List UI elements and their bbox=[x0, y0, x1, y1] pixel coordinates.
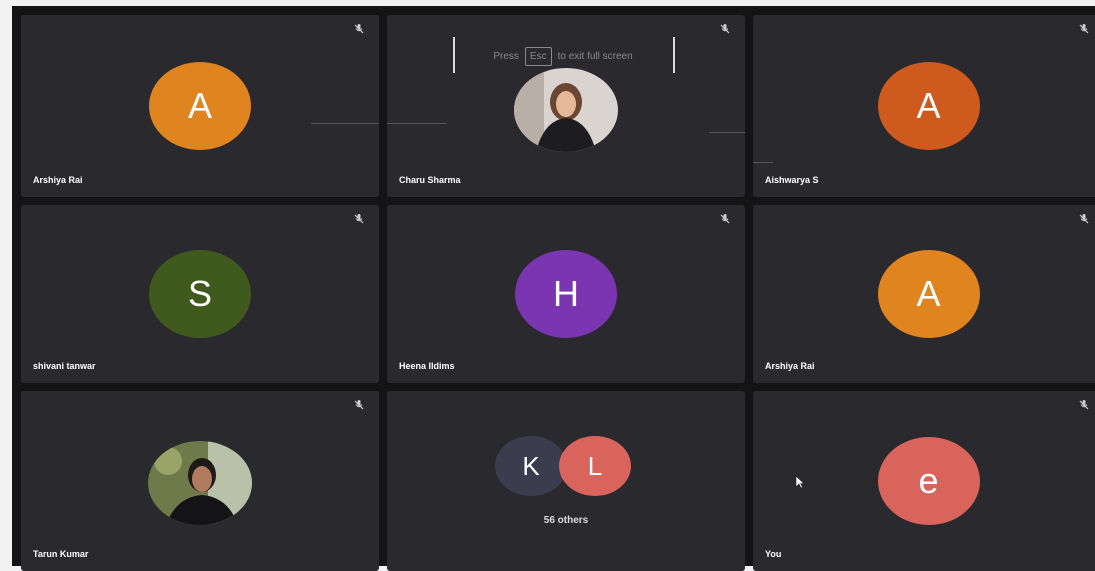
avatar-photo bbox=[148, 441, 252, 525]
esc-key: Esc bbox=[524, 46, 552, 66]
mic-off-icon bbox=[354, 24, 364, 34]
participant-name: Arshiya Rai bbox=[33, 175, 83, 185]
avatar: H bbox=[515, 250, 617, 338]
meeting-screen: A Arshiya Rai Charu Sharma A Aishwarya S… bbox=[12, 6, 1095, 571]
avatar-photo bbox=[514, 68, 618, 152]
profile-photo-icon bbox=[148, 441, 252, 525]
mic-off-icon bbox=[1079, 400, 1089, 410]
participant-tile[interactable]: A Arshiya Rai bbox=[21, 15, 379, 197]
participant-tile[interactable]: Tarun Kumar bbox=[21, 391, 379, 571]
mic-off-icon bbox=[354, 214, 364, 224]
participant-tile[interactable]: S shivani tanwar bbox=[21, 205, 379, 383]
participant-name: Arshiya Rai bbox=[765, 361, 815, 371]
participant-name: Aishwarya S bbox=[765, 175, 819, 185]
others-avatars: K L bbox=[387, 436, 745, 546]
avatar: L bbox=[559, 436, 631, 496]
mic-off-icon bbox=[720, 214, 730, 224]
others-count: 56 others bbox=[543, 515, 589, 526]
profile-photo-icon bbox=[514, 68, 618, 152]
avatar: A bbox=[877, 250, 980, 338]
avatar: K bbox=[495, 436, 567, 496]
divider bbox=[673, 37, 675, 73]
avatar: S bbox=[149, 250, 251, 338]
participant-name: You bbox=[765, 549, 782, 559]
avatar: A bbox=[877, 62, 980, 150]
divider bbox=[753, 162, 773, 163]
mic-off-icon bbox=[720, 24, 730, 34]
mouse-cursor-icon bbox=[795, 475, 805, 489]
divider bbox=[453, 37, 455, 73]
participant-name: Charu Sharma bbox=[399, 175, 461, 185]
participant-tile[interactable]: H Heena Ildims bbox=[387, 205, 745, 383]
participant-name: Tarun Kumar bbox=[33, 549, 89, 559]
hint-press: Press bbox=[493, 50, 519, 62]
mic-off-icon bbox=[1079, 24, 1089, 34]
participant-tile[interactable]: A Aishwarya S bbox=[753, 15, 1095, 197]
avatar: e bbox=[877, 437, 980, 525]
mic-off-icon bbox=[1079, 214, 1089, 224]
divider bbox=[387, 123, 447, 124]
participant-name: shivani tanwar bbox=[33, 361, 96, 371]
hint-suffix: to exit full screen bbox=[557, 50, 633, 62]
mic-off-icon bbox=[354, 400, 364, 410]
participant-tile[interactable]: A Arshiya Rai bbox=[753, 205, 1095, 383]
participant-name: Heena Ildims bbox=[399, 361, 455, 371]
participant-grid: A Arshiya Rai Charu Sharma A Aishwarya S… bbox=[12, 6, 1095, 571]
divider bbox=[709, 132, 745, 133]
divider bbox=[311, 123, 379, 124]
fullscreen-hint: Press Esc to exit full screen bbox=[443, 37, 683, 75]
avatar: A bbox=[149, 62, 251, 150]
others-tile[interactable]: K L 56 others bbox=[387, 391, 745, 571]
